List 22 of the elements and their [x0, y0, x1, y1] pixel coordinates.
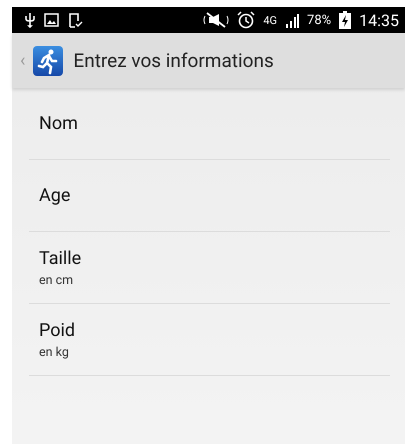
field-label: Nom [39, 113, 79, 134]
phone-check-icon [67, 12, 84, 28]
screen-title: Entrez vos informations [73, 49, 274, 72]
image-icon [44, 13, 59, 27]
form-item[interactable]: Age [29, 160, 390, 232]
form-item[interactable]: Poid en kg [29, 304, 390, 376]
mute-icon [203, 12, 230, 28]
field-hint: en cm [39, 272, 74, 288]
field-label: Age [39, 185, 72, 206]
usb-icon [24, 12, 36, 28]
field-label: Poid [39, 320, 76, 340]
field-hint: en kg [39, 344, 70, 360]
network-type: 4G [263, 14, 278, 26]
runner-app-icon[interactable] [33, 46, 64, 76]
clock: 14:35 [359, 10, 399, 30]
battery-percent: 78% [307, 12, 332, 28]
form-item[interactable]: Taille en cm [29, 232, 390, 304]
battery-charging-icon [339, 11, 352, 29]
alarm-icon [237, 11, 256, 29]
signal-icon [285, 12, 300, 28]
form-item[interactable]: Nom [29, 88, 390, 160]
field-label: Taille [39, 248, 82, 268]
